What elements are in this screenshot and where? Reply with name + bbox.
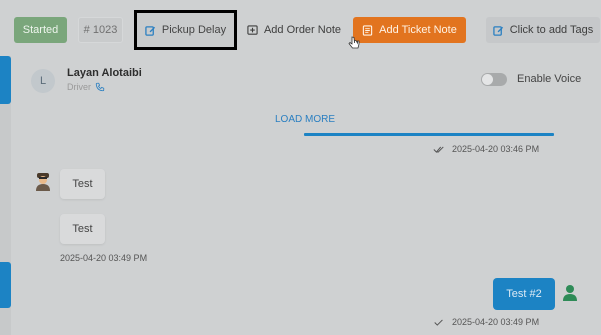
add-tags-button[interactable]: Click to add Tags xyxy=(486,17,600,43)
ticket-toolbar: Started # 1023 Pickup Delay Add Order No… xyxy=(0,0,601,60)
pickup-delay-button[interactable]: Pickup Delay xyxy=(134,10,237,50)
left-sidebar-active-tab[interactable] xyxy=(0,56,11,104)
message-timestamp: 2025-04-20 03:46 PM xyxy=(452,144,540,154)
incoming-message: Test xyxy=(60,214,105,244)
incoming-message: Test xyxy=(60,169,105,199)
order-number-badge[interactable]: # 1023 xyxy=(78,17,123,43)
ticket-note-icon xyxy=(362,24,373,36)
outgoing-message: Test #2 xyxy=(493,278,555,310)
add-ticket-note-label: Add Ticket Note xyxy=(379,24,457,36)
phone-icon[interactable] xyxy=(95,82,105,92)
toggle-knob xyxy=(482,74,493,85)
add-order-note-button[interactable]: Add Order Note xyxy=(240,17,348,43)
edit-icon xyxy=(145,25,156,36)
note-plus-icon xyxy=(247,24,258,36)
pickup-delay-label: Pickup Delay xyxy=(161,24,227,36)
message-timestamp: 2025-04-20 03:49 PM xyxy=(452,317,540,327)
enable-voice-toggle[interactable] xyxy=(481,73,507,86)
load-more-button[interactable]: LOAD MORE xyxy=(275,114,335,125)
status-badge[interactable]: Started xyxy=(14,17,67,43)
contact-role: Driver xyxy=(67,82,105,92)
user-avatar-icon xyxy=(563,285,577,301)
left-sidebar-tab[interactable] xyxy=(0,262,11,308)
check-icon xyxy=(434,319,443,326)
agent-avatar-icon xyxy=(36,173,50,191)
hand-cursor-icon xyxy=(348,36,360,49)
add-ticket-note-button[interactable]: Add Ticket Note xyxy=(353,17,466,43)
divider-line xyxy=(304,133,554,136)
contact-name: Layan Alotaibi xyxy=(67,67,142,79)
tag-edit-icon xyxy=(492,25,504,36)
enable-voice-label: Enable Voice xyxy=(517,73,582,85)
double-check-icon xyxy=(433,146,444,153)
message-timestamp: 2025-04-20 03:49 PM xyxy=(60,253,148,263)
contact-role-label: Driver xyxy=(67,82,91,92)
contact-avatar: L xyxy=(31,69,55,93)
add-order-note-label: Add Order Note xyxy=(263,24,342,36)
add-tags-label: Click to add Tags xyxy=(509,24,594,36)
